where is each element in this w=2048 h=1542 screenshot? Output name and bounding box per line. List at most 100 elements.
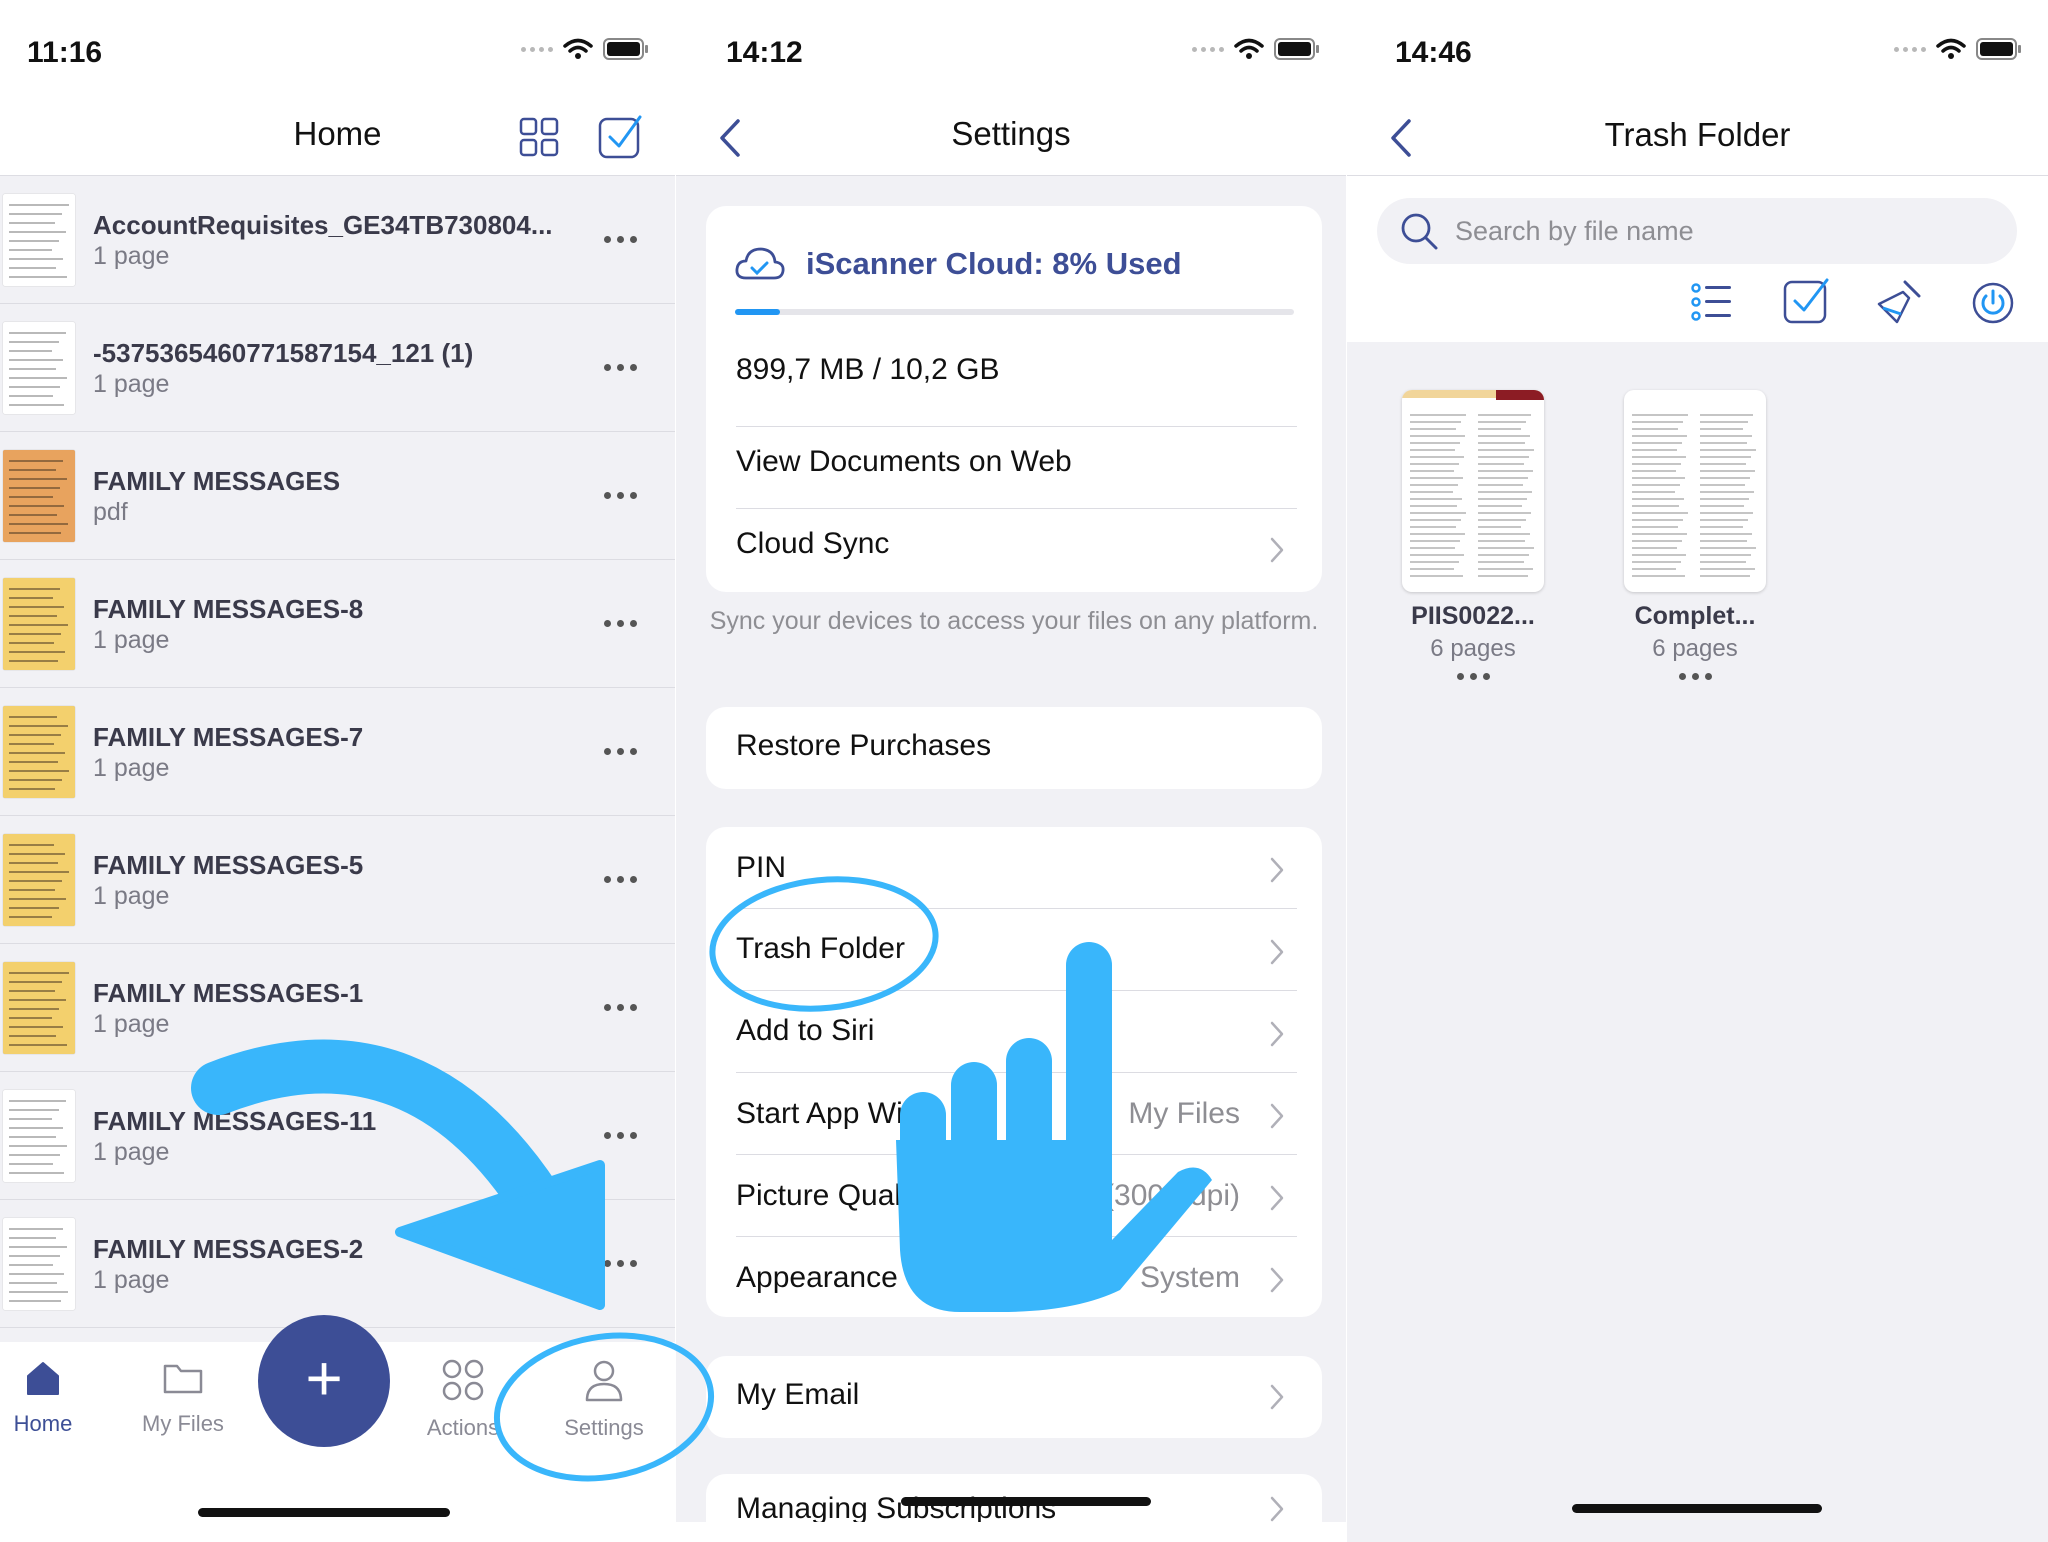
trash-file-card[interactable]: PIIS0022... 6 pages [1398, 390, 1548, 680]
document-row[interactable]: FAMILY MESSAGES pdf [0, 432, 675, 560]
status-time: 14:46 [1395, 36, 1472, 69]
thumbnail-line [1410, 477, 1463, 479]
more-options-icon[interactable] [604, 1132, 637, 1139]
add-document-button[interactable]: + [258, 1315, 390, 1447]
more-options-icon[interactable] [604, 748, 637, 755]
document-row[interactable]: FAMILY MESSAGES-5 1 page [0, 816, 675, 944]
document-name: FAMILY MESSAGES-7 [93, 722, 364, 752]
chevron-right-icon [1270, 1021, 1284, 1047]
more-options-icon[interactable] [604, 620, 637, 627]
storage-row: 899,7 MB / 10,2 GB [706, 333, 1322, 415]
document-name: -5375365460771587154_121 (1) [93, 338, 474, 368]
start-app-row[interactable]: Start App With My Files [706, 1073, 1322, 1155]
signal-dots-icon [1894, 46, 1926, 52]
settings-navbar: Settings [676, 105, 1346, 176]
more-icon[interactable] [1620, 673, 1770, 680]
tab-home[interactable]: Home [0, 1358, 98, 1437]
status-icons [1894, 38, 2022, 60]
search-field[interactable]: Search by file name [1377, 198, 2017, 264]
search-icon [1401, 213, 1438, 250]
thumbnail-line [1410, 554, 1464, 556]
document-row[interactable]: FAMILY MESSAGES-2 1 page [0, 1200, 675, 1328]
thumbnail-line [1410, 547, 1455, 549]
thumbnail-line [1632, 540, 1682, 542]
document-pages: 1 page [93, 754, 170, 782]
thumbnail-line [1478, 505, 1522, 507]
folder-icon [163, 1364, 203, 1394]
status-bar: 14:46 [1347, 0, 2048, 105]
more-options-icon[interactable] [604, 492, 637, 499]
thumbnail-line [1478, 456, 1529, 458]
list-view-icon[interactable] [1690, 280, 1734, 324]
picture-quality-row[interactable]: Picture Quality (300+ dpi) [706, 1155, 1322, 1237]
more-options-icon[interactable] [604, 1260, 637, 1267]
select-checkbox-icon[interactable] [598, 113, 644, 159]
trash-folder-row[interactable]: Trash Folder [706, 909, 1322, 991]
tab-actions[interactable]: Actions [408, 1358, 518, 1441]
document-name: AccountRequisites_GE34TB730804... [93, 210, 553, 240]
thumbnail-line [1700, 533, 1752, 535]
document-row[interactable]: FAMILY MESSAGES-7 1 page [0, 688, 675, 816]
thumbnail-line [1632, 484, 1680, 486]
more-options-icon[interactable] [604, 876, 637, 883]
thumbnail-line [1632, 498, 1684, 500]
thumbnail-line [1632, 477, 1685, 479]
view-web-row[interactable]: View Documents on Web [706, 429, 1322, 511]
more-options-icon[interactable] [604, 1004, 637, 1011]
wifi-icon [1936, 38, 1966, 59]
thumbnail-line [1700, 547, 1756, 549]
document-name: FAMILY MESSAGES-1 [93, 978, 364, 1008]
document-pages: 1 page [93, 1266, 170, 1294]
more-options-icon[interactable] [604, 364, 637, 371]
tab-my-files[interactable]: My Files [128, 1358, 238, 1437]
thumbnail-line [1478, 519, 1526, 521]
document-row[interactable]: FAMILY MESSAGES-1 1 page [0, 944, 675, 1072]
battery-icon [603, 38, 648, 60]
document-pages: 1 page [93, 1138, 170, 1166]
more-icon[interactable] [1398, 673, 1548, 680]
thumbnail-line [1632, 554, 1686, 556]
thumbnail-line [1410, 421, 1461, 423]
thumbnail-line [1478, 526, 1521, 528]
cloud-footer: Sync your devices to access your files o… [709, 607, 1319, 635]
thumbnail-line [1700, 428, 1743, 430]
broom-clean-icon[interactable] [1875, 278, 1923, 326]
signal-dots-icon [521, 46, 553, 52]
thumbnail-line [1632, 456, 1686, 458]
thumbnail-line [1410, 575, 1463, 577]
pin-row[interactable]: PIN [706, 827, 1322, 909]
document-row[interactable]: FAMILY MESSAGES-11 1 page [0, 1072, 675, 1200]
grid-view-icon[interactable] [519, 117, 559, 157]
document-pages: 1 page [93, 626, 170, 654]
trash-file-card[interactable]: Complet... 6 pages [1620, 390, 1770, 680]
thumbnail-line [1700, 568, 1755, 570]
my-email-row[interactable]: My Email [706, 1356, 1322, 1438]
more-options-icon[interactable] [604, 236, 637, 243]
power-icon[interactable] [1971, 281, 2015, 325]
document-name: FAMILY MESSAGES-5 [93, 850, 364, 880]
chevron-right-icon [1270, 857, 1284, 883]
document-row[interactable]: -5375365460771587154_121 (1) 1 page [0, 304, 675, 432]
select-checkbox-icon[interactable] [1783, 276, 1831, 324]
document-row[interactable]: FAMILY MESSAGES-8 1 page [0, 560, 675, 688]
document-thumbnail [3, 578, 75, 670]
file-pages: 6 pages [1430, 635, 1516, 662]
restore-purchases-row[interactable]: Restore Purchases [706, 707, 1322, 789]
trash-grid: PIIS0022... 6 pages Complet... 6 pages [1347, 342, 2048, 1542]
thumbnail-line [1410, 491, 1453, 493]
cloud-sync-row[interactable]: Cloud Sync [706, 509, 1322, 591]
thumbnail-line [1632, 428, 1678, 430]
tab-settings[interactable]: Settings [549, 1358, 659, 1441]
thumbnail-line [1700, 491, 1754, 493]
search-placeholder: Search by file name [1455, 216, 1694, 246]
appearance-row[interactable]: Appearance System [706, 1237, 1322, 1317]
document-row[interactable]: AccountRequisites_GE34TB730804... 1 page [0, 176, 675, 304]
thumbnail-line [1632, 519, 1683, 521]
thumbnail-line [1478, 414, 1531, 416]
thumbnail-line [1700, 421, 1748, 423]
add-to-siri-row[interactable]: Add to Siri [706, 991, 1322, 1073]
document-list: AccountRequisites_GE34TB730804... 1 page -… [0, 176, 675, 1328]
home-indicator [901, 1497, 1151, 1506]
thumbnail-line [1700, 526, 1743, 528]
thumbnail-line [1632, 575, 1685, 577]
